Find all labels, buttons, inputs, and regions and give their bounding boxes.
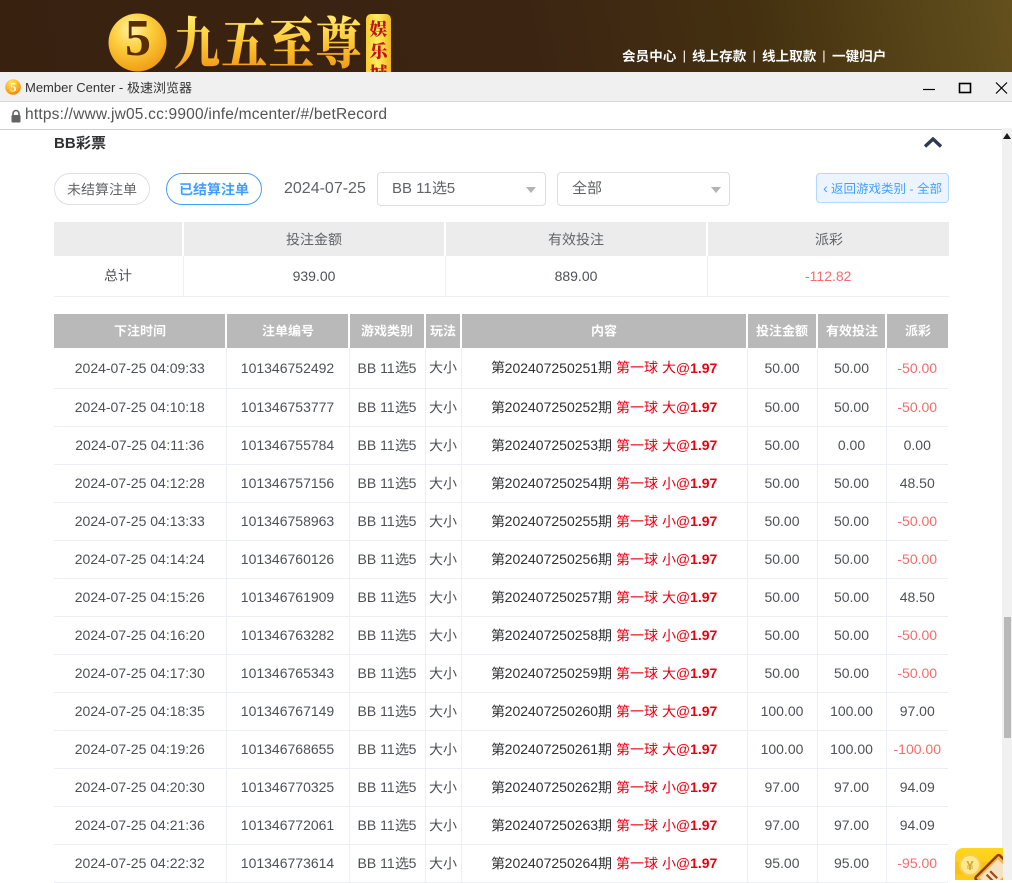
- svg-text:¥: ¥: [966, 858, 974, 873]
- svg-text:5: 5: [10, 80, 17, 95]
